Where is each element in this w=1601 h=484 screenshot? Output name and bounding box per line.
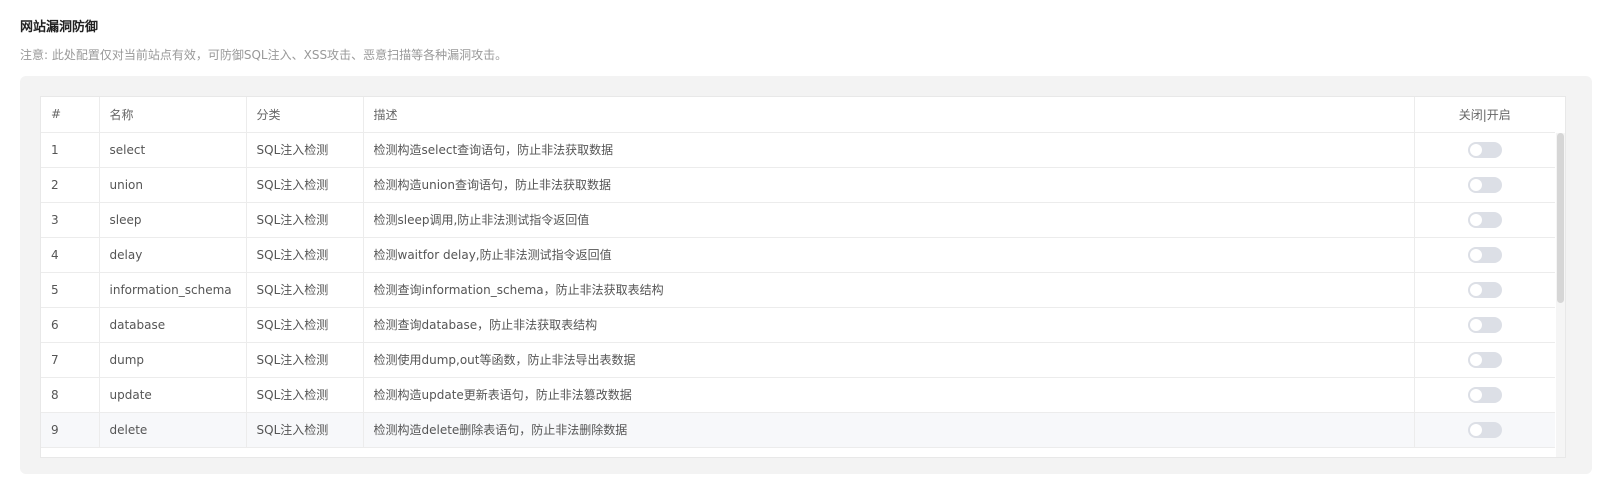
row-name: delay [99,237,247,273]
row-category: SQL注入检测 [246,167,364,203]
row-category: SQL注入检测 [246,272,364,308]
row-toggle-cell [1414,412,1555,448]
row-description: 检测构造union查询语句，防止非法获取数据 [363,167,1415,203]
toggle-knob [1469,353,1482,366]
row-category: SQL注入检测 [246,202,364,238]
row-category: SQL注入检测 [246,237,364,273]
row-description: 检测构造delete删除表语句，防止非法删除数据 [363,412,1415,448]
row-index: 1 [41,132,100,168]
toggle-knob [1469,213,1482,226]
row-category: SQL注入检测 [246,132,364,168]
row-description: 检测构造select查询语句，防止非法获取数据 [363,132,1415,168]
enable-toggle[interactable] [1467,141,1502,158]
row-name: sleep [99,202,247,238]
col-header-category: 分类 [246,97,364,133]
enable-toggle[interactable] [1467,351,1502,368]
page-note: 注意: 此处配置仅对当前站点有效，可防御SQL注入、XSS攻击、恶意扫描等各种漏… [20,48,508,62]
row-index: 4 [41,237,100,273]
row-name: dump [99,342,247,378]
table-header-row: # 名称 分类 描述 关闭|开启 [41,97,1555,133]
enable-toggle[interactable] [1467,246,1502,263]
table-row: 6 database SQL注入检测 检测查询database，防止非法获取表结… [41,307,1555,343]
enable-toggle[interactable] [1467,316,1502,333]
row-category: SQL注入检测 [246,412,364,448]
enable-toggle[interactable] [1467,421,1502,438]
row-toggle-cell [1414,167,1555,203]
row-index: 9 [41,412,100,448]
enable-toggle[interactable] [1467,211,1502,228]
row-toggle-cell [1414,202,1555,238]
table-row: 5 information_schema SQL注入检测 检测查询informa… [41,272,1555,308]
page-title: 网站漏洞防御 [20,20,99,35]
table-row: 2 union SQL注入检测 检测构造union查询语句，防止非法获取数据 [41,167,1555,203]
row-toggle-cell [1414,307,1555,343]
table-row: 8 update SQL注入检测 检测构造update更新表语句，防止非法篡改数… [41,377,1555,413]
toggle-knob [1469,318,1482,331]
row-toggle-cell [1414,377,1555,413]
row-index: 6 [41,307,100,343]
row-index: 7 [41,342,100,378]
toggle-knob [1469,248,1482,261]
table-row: 4 delay SQL注入检测 检测waitfor delay,防止非法测试指令… [41,237,1555,273]
row-description: 检测查询database，防止非法获取表结构 [363,307,1415,343]
col-header-description: 描述 [363,97,1415,133]
row-toggle-cell [1414,272,1555,308]
enable-toggle[interactable] [1467,176,1502,193]
scrollbar-thumb[interactable] [1557,133,1564,303]
col-header-index: # [41,97,100,133]
table-row: 7 dump SQL注入检测 检测使用dump,out等函数，防止非法导出表数据 [41,342,1555,378]
toggle-knob [1469,283,1482,296]
table-scrollbar[interactable] [1556,133,1565,457]
rules-table-container: # 名称 分类 描述 关闭|开启 1 select SQL注入检测 检测构造se… [40,96,1566,458]
row-name: union [99,167,247,203]
row-description: 检测使用dump,out等函数，防止非法导出表数据 [363,342,1415,378]
table-row: 1 select SQL注入检测 检测构造select查询语句，防止非法获取数据 [41,132,1555,168]
row-name: delete [99,412,247,448]
toggle-knob [1469,388,1482,401]
row-toggle-cell [1414,132,1555,168]
row-index: 5 [41,272,100,308]
row-description: 检测waitfor delay,防止非法测试指令返回值 [363,237,1415,273]
row-category: SQL注入检测 [246,307,364,343]
enable-toggle[interactable] [1467,386,1502,403]
row-name: information_schema [99,272,247,308]
row-description: 检测构造update更新表语句，防止非法篡改数据 [363,377,1415,413]
col-header-name: 名称 [99,97,247,133]
toggle-knob [1469,423,1482,436]
row-description: 检测查询information_schema，防止非法获取表结构 [363,272,1415,308]
toggle-knob [1469,178,1482,191]
row-toggle-cell [1414,237,1555,273]
row-name: database [99,307,247,343]
row-index: 2 [41,167,100,203]
rules-panel: # 名称 分类 描述 关闭|开启 1 select SQL注入检测 检测构造se… [20,76,1592,474]
col-header-toggle: 关闭|开启 [1414,97,1555,133]
row-name: update [99,377,247,413]
enable-toggle[interactable] [1467,281,1502,298]
rules-table: # 名称 分类 描述 关闭|开启 1 select SQL注入检测 检测构造se… [41,97,1555,448]
row-description: 检测sleep调用,防止非法测试指令返回值 [363,202,1415,238]
row-toggle-cell [1414,342,1555,378]
row-category: SQL注入检测 [246,342,364,378]
row-index: 3 [41,202,100,238]
table-row: 3 sleep SQL注入检测 检测sleep调用,防止非法测试指令返回值 [41,202,1555,238]
row-index: 8 [41,377,100,413]
row-name: select [99,132,247,168]
row-category: SQL注入检测 [246,377,364,413]
toggle-knob [1469,143,1482,156]
table-row: 9 delete SQL注入检测 检测构造delete删除表语句，防止非法删除数… [41,412,1555,448]
